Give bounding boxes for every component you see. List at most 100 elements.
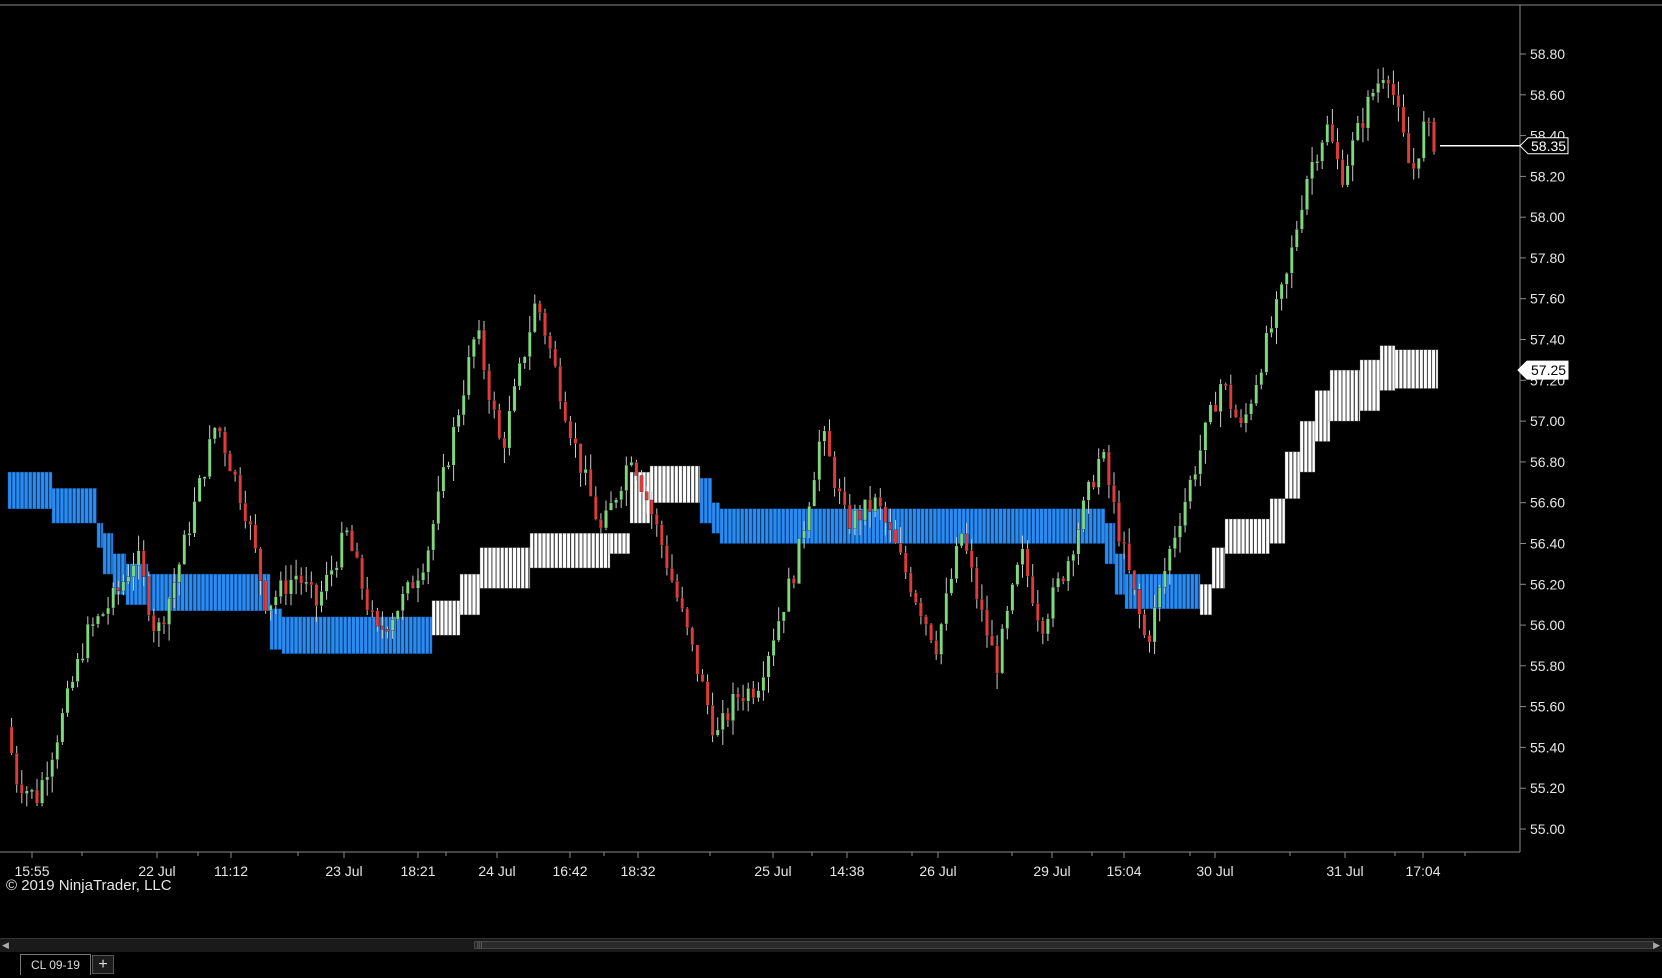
band-bar-blue bbox=[11, 471, 16, 510]
band-bar-blue bbox=[322, 616, 327, 654]
candle-up bbox=[30, 789, 34, 793]
y-tick-label: 55.80 bbox=[1530, 658, 1565, 674]
band-bar-blue bbox=[246, 573, 250, 611]
band-bar-blue bbox=[986, 508, 991, 544]
band-bar-blue bbox=[290, 616, 294, 654]
band-bar-blue bbox=[40, 471, 45, 510]
candle-down bbox=[350, 530, 354, 552]
candle-up bbox=[60, 712, 65, 743]
band-bar-blue bbox=[32, 471, 37, 510]
candle-down bbox=[1112, 485, 1116, 503]
candle-down bbox=[903, 552, 908, 573]
candle-up bbox=[1188, 479, 1192, 502]
candle-up bbox=[522, 356, 527, 364]
band-bar-blue bbox=[715, 502, 720, 534]
band-bar-blue bbox=[928, 508, 933, 544]
band-bar-blue bbox=[233, 573, 238, 611]
candle-up bbox=[1254, 384, 1258, 404]
candle-down bbox=[1361, 122, 1365, 129]
y-tick-label: 56.20 bbox=[1530, 576, 1565, 592]
band-bar-white bbox=[591, 533, 596, 569]
band-bar-blue bbox=[920, 508, 925, 544]
candle-up bbox=[207, 438, 212, 477]
scroll-thumb[interactable]: ||| bbox=[474, 941, 1654, 949]
band-bar-white bbox=[1392, 345, 1396, 391]
candle-up bbox=[319, 591, 324, 607]
band-bar-blue bbox=[281, 616, 286, 654]
band-bar-blue bbox=[229, 573, 234, 611]
band-bar-blue bbox=[1051, 508, 1056, 544]
candle-down bbox=[147, 576, 151, 616]
candle-down bbox=[263, 580, 268, 611]
candle-up bbox=[279, 579, 283, 597]
band-bar-white bbox=[1282, 498, 1286, 544]
x-tick-label: 14:38 bbox=[829, 863, 864, 879]
band-bar-white bbox=[1415, 349, 1420, 389]
band-bar-white bbox=[1402, 349, 1407, 389]
grip-icon: ||| bbox=[477, 942, 483, 949]
candle-down bbox=[980, 599, 984, 611]
candle-down bbox=[380, 625, 385, 630]
band-bar-blue bbox=[367, 616, 372, 654]
candle-down bbox=[238, 474, 242, 504]
candle-down bbox=[385, 629, 390, 632]
y-tick-label: 58.20 bbox=[1530, 168, 1565, 184]
band-bar-white bbox=[538, 533, 542, 569]
candle-up bbox=[782, 611, 786, 622]
band-bar-white bbox=[1376, 359, 1381, 412]
add-tab-button[interactable]: + bbox=[92, 955, 114, 974]
band-bar-white bbox=[472, 573, 476, 616]
band-bar-blue bbox=[400, 616, 405, 654]
candle-up bbox=[954, 545, 959, 579]
candle-up bbox=[1279, 284, 1284, 300]
candle-down bbox=[837, 488, 842, 492]
band-bar-white bbox=[508, 547, 513, 589]
band-bar-blue bbox=[110, 533, 114, 575]
band-bar-blue bbox=[250, 573, 255, 611]
candle-down bbox=[1223, 383, 1228, 387]
band-bar-white bbox=[520, 547, 525, 589]
candle-down bbox=[710, 705, 715, 736]
candle-up bbox=[1198, 450, 1203, 475]
band-bar-white bbox=[690, 465, 695, 503]
candle-up bbox=[817, 441, 822, 481]
band-bar-blue bbox=[875, 508, 880, 544]
horizontal-scrollbar[interactable]: ◀ ||| ▶ bbox=[0, 938, 1662, 953]
candle-up bbox=[441, 466, 446, 492]
band-bar-blue bbox=[793, 508, 798, 544]
band-bar-blue bbox=[1010, 508, 1015, 544]
band-bar-blue bbox=[797, 508, 802, 544]
scroll-left-icon[interactable]: ◀ bbox=[2, 939, 9, 952]
candle-down bbox=[1411, 162, 1416, 169]
band-bar-white bbox=[1224, 518, 1229, 554]
candle-down bbox=[969, 550, 974, 568]
candle-up bbox=[467, 356, 471, 396]
candle-up bbox=[121, 581, 126, 592]
candle-up bbox=[131, 565, 136, 577]
band-bar-blue bbox=[24, 471, 28, 510]
candle-up bbox=[96, 615, 100, 625]
tab-cl-09-19[interactable]: CL 09-19 bbox=[20, 954, 91, 975]
candle-down bbox=[680, 597, 684, 609]
band-bar-blue bbox=[822, 508, 827, 544]
scroll-right-icon[interactable]: ▶ bbox=[1653, 939, 1660, 952]
band-bar-blue bbox=[699, 478, 704, 524]
band-bar-blue bbox=[326, 616, 331, 654]
candle-up bbox=[1076, 529, 1081, 555]
candle-up bbox=[1000, 628, 1004, 674]
candle-up bbox=[431, 523, 435, 551]
candle-up bbox=[274, 596, 278, 606]
candle-up bbox=[1264, 332, 1269, 373]
candle-down bbox=[883, 506, 888, 523]
candle-down bbox=[223, 431, 227, 454]
candle-down bbox=[705, 681, 710, 706]
candle-up bbox=[1086, 481, 1091, 501]
candle-up bbox=[959, 533, 964, 547]
band-bar-white bbox=[1394, 349, 1399, 389]
candle-up bbox=[771, 640, 776, 656]
band-bar-blue bbox=[871, 508, 876, 544]
price-chart[interactable]: 58.8058.6058.4058.2058.0057.8057.6057.40… bbox=[0, 0, 1662, 938]
band-bar-blue bbox=[44, 471, 49, 510]
candle-up bbox=[1325, 124, 1330, 143]
candle-down bbox=[35, 789, 39, 804]
